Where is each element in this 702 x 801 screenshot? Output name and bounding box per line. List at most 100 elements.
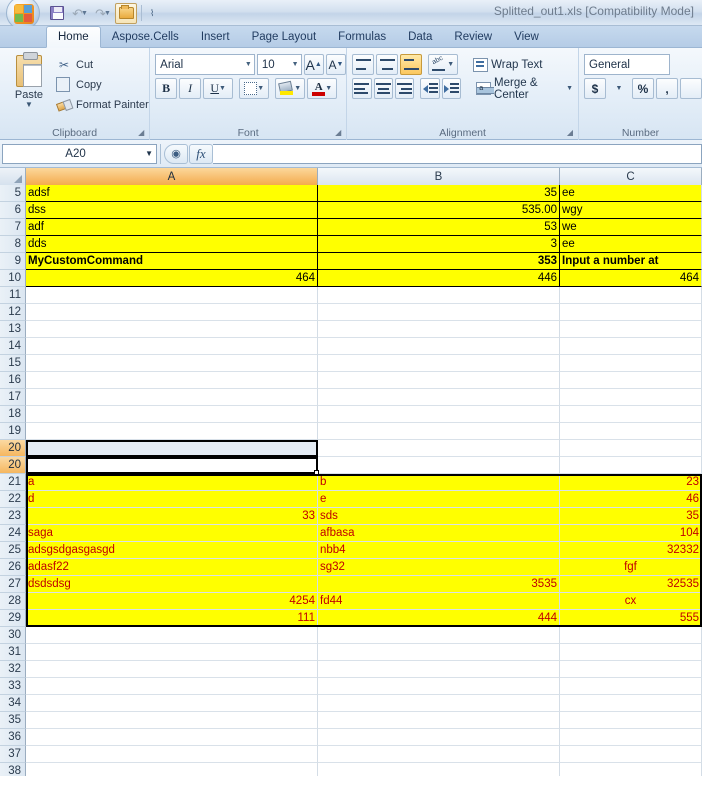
align-bottom-button[interactable] <box>400 54 423 75</box>
shrink-font-button[interactable]: A ▼ <box>325 54 347 75</box>
column-header-b[interactable]: B <box>318 168 560 185</box>
grid-cell[interactable]: dds <box>26 236 318 253</box>
chevron-down-icon[interactable]: ▼ <box>145 149 153 158</box>
row-header[interactable]: 18 <box>0 406 26 423</box>
grid-cell[interactable]: 555 <box>560 610 702 627</box>
grid-cell[interactable]: saga <box>26 525 318 542</box>
row-header[interactable]: 32 <box>0 661 26 678</box>
row-header[interactable]: 31 <box>0 644 26 661</box>
increase-decimal-button[interactable] <box>680 78 702 99</box>
worksheet-grid[interactable]: A B C 5 adsf 35 ee 6 dss 535.00 wgy 7 adf 53 we 8 dds… <box>0 168 702 776</box>
insert-function-toggle[interactable]: ◉ <box>164 143 188 164</box>
row-header[interactable]: 13 <box>0 321 26 338</box>
row-header[interactable]: 37 <box>0 746 26 763</box>
formula-input[interactable] <box>213 143 702 164</box>
grid-cell[interactable] <box>318 440 560 457</box>
row-header[interactable]: 26 <box>0 559 26 576</box>
select-all-corner[interactable] <box>0 168 26 185</box>
grid-cell[interactable] <box>318 712 560 729</box>
grid-cell[interactable]: wgy <box>560 202 702 219</box>
grid-cell[interactable]: 446 <box>318 270 560 287</box>
grid-cell[interactable] <box>26 729 318 746</box>
comma-style-button[interactable]: , <box>656 78 678 99</box>
row-header[interactable]: 11 <box>0 287 26 304</box>
grid-cell[interactable] <box>318 406 560 423</box>
grid-cell[interactable] <box>560 746 702 763</box>
merge-center-button[interactable]: Merge & Center ▼ <box>473 77 578 101</box>
grid-cell[interactable]: 53 <box>318 219 560 236</box>
grid-cell[interactable]: 23 <box>560 474 702 491</box>
row-header[interactable]: 30 <box>0 627 26 644</box>
tab-review[interactable]: Review <box>443 26 503 47</box>
tab-insert[interactable]: Insert <box>190 26 241 47</box>
grid-cell[interactable]: adasf22 <box>26 559 318 576</box>
grid-cell[interactable] <box>26 372 318 389</box>
grid-cell[interactable]: dsdsdsg <box>26 576 318 593</box>
grid-cell[interactable]: 46 <box>560 491 702 508</box>
grid-cell[interactable] <box>560 763 702 776</box>
grid-cell[interactable] <box>26 440 318 457</box>
grid-cell[interactable] <box>318 644 560 661</box>
borders-button[interactable]: ▼ <box>239 78 270 99</box>
grid-cell[interactable] <box>26 321 318 338</box>
row-header[interactable]: 15 <box>0 355 26 372</box>
grid-cell[interactable]: nbb4 <box>318 542 560 559</box>
row-header[interactable]: 21 <box>0 474 26 491</box>
align-left-button[interactable] <box>352 78 372 99</box>
grid-cell[interactable] <box>26 644 318 661</box>
row-header[interactable]: 6 <box>0 202 26 219</box>
decrease-indent-button[interactable] <box>420 78 440 99</box>
grid-cell[interactable] <box>560 355 702 372</box>
cut-button[interactable]: ✂ Cut <box>54 55 149 75</box>
grid-cell[interactable]: 3 <box>318 236 560 253</box>
grid-cell[interactable] <box>26 763 318 776</box>
redo-button[interactable]: ↷ ▼ <box>92 3 114 24</box>
orientation-button[interactable]: ▼ <box>428 54 459 75</box>
grid-cell[interactable] <box>26 389 318 406</box>
grid-cell[interactable] <box>560 695 702 712</box>
grid-cell[interactable] <box>318 627 560 644</box>
grid-cell[interactable]: d <box>26 491 318 508</box>
grid-cell[interactable]: a <box>26 474 318 491</box>
grid-cell[interactable]: ee <box>560 236 702 253</box>
align-right-button[interactable] <box>395 78 415 99</box>
grid-cell[interactable] <box>318 678 560 695</box>
grid-cell[interactable] <box>26 627 318 644</box>
grid-cell[interactable] <box>318 746 560 763</box>
grid-cell[interactable] <box>560 406 702 423</box>
grid-cell[interactable]: sg32 <box>318 559 560 576</box>
grid-cell[interactable] <box>318 389 560 406</box>
tab-aspose-cells[interactable]: Aspose.Cells <box>101 26 190 47</box>
row-header[interactable]: 9 <box>0 253 26 270</box>
row-header[interactable]: 34 <box>0 695 26 712</box>
undo-button[interactable]: ↶ ▼ <box>69 3 91 24</box>
grid-cell[interactable] <box>560 304 702 321</box>
font-color-button[interactable]: A ▼ <box>307 78 338 99</box>
name-box[interactable]: A20 ▼ <box>2 143 157 164</box>
number-format-combobox[interactable]: General <box>584 54 670 75</box>
grid-cell[interactable]: 35 <box>318 185 560 202</box>
row-header[interactable]: 35 <box>0 712 26 729</box>
font-size-combobox[interactable]: 10 ▼ <box>256 54 302 75</box>
grid-cell[interactable] <box>318 423 560 440</box>
grid-cell[interactable] <box>560 457 702 474</box>
grid-cell[interactable] <box>26 355 318 372</box>
grid-cell[interactable]: 3535 <box>318 576 560 593</box>
grid-cell[interactable] <box>318 457 560 474</box>
tab-view[interactable]: View <box>503 26 550 47</box>
row-header[interactable]: 38 <box>0 763 26 776</box>
grid-cell[interactable]: MyCustomCommand <box>26 253 318 270</box>
row-header[interactable]: 27 <box>0 576 26 593</box>
tab-formulas[interactable]: Formulas <box>327 26 397 47</box>
grid-cell[interactable]: 464 <box>26 270 318 287</box>
grid-cell[interactable]: 535.00 <box>318 202 560 219</box>
grid-cell[interactable]: 464 <box>560 270 702 287</box>
grid-cell[interactable]: we <box>560 219 702 236</box>
grid-cell[interactable] <box>26 746 318 763</box>
tab-data[interactable]: Data <box>397 26 443 47</box>
row-header[interactable]: 17 <box>0 389 26 406</box>
row-header[interactable]: 22 <box>0 491 26 508</box>
alignment-dialog-launcher[interactable]: ◢ <box>565 128 575 138</box>
row-header[interactable]: 19 <box>0 423 26 440</box>
currency-button[interactable]: $ <box>584 78 606 99</box>
